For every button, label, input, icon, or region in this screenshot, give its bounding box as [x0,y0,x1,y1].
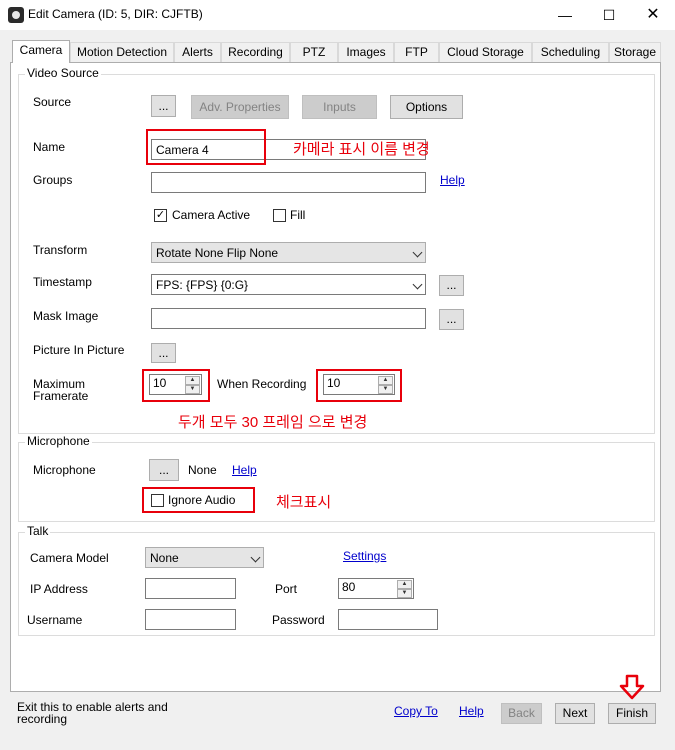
microphone-value: None [188,463,217,477]
tab-motion-detection[interactable]: Motion Detection [70,42,174,62]
talk-settings-link[interactable]: Settings [343,549,386,563]
camera-model-select[interactable]: None [145,547,264,568]
max-framerate-label-line2: Framerate [33,389,89,403]
name-highlight-box [146,129,266,165]
spinner-buttons[interactable]: ▲ ▼ [397,580,412,598]
chevron-down-icon [412,247,423,258]
username-input[interactable] [145,609,236,630]
spin-up-icon[interactable]: ▲ [397,580,412,589]
ip-address-input[interactable] [145,578,236,599]
name-annotation: 카메라 표시 이름 변경 [293,141,430,158]
pip-browse-button[interactable]: ... [151,343,176,363]
video-source-legend: Video Source [25,66,101,80]
timestamp-combo[interactable]: FPS: {FPS} {0:G} [151,274,426,295]
microphone-browse-button[interactable]: ... [149,459,179,481]
fill-checkbox[interactable] [273,209,286,222]
ignore-audio-highlight-box [142,487,255,513]
microphone-group [18,442,655,522]
camera-active-checkbox[interactable]: ✓ [154,209,167,222]
groups-input[interactable] [151,172,426,193]
microphone-label: Microphone [33,463,96,477]
arrow-down-icon [619,674,645,700]
back-button[interactable]: Back [501,703,542,724]
spin-down-icon[interactable]: ▼ [397,589,412,598]
timestamp-browse-button[interactable]: ... [439,275,464,296]
chevron-down-icon [412,279,423,290]
adv-properties-button[interactable]: Adv. Properties [191,95,289,119]
password-input[interactable] [338,609,438,630]
ip-address-label: IP Address [30,582,88,596]
source-browse-button[interactable]: ... [151,95,176,117]
finish-button[interactable]: Finish [608,703,656,724]
camera-model-value: None [150,551,179,565]
port-spinner[interactable]: 80 ▲ ▼ [338,578,414,599]
fill-label: Fill [290,208,306,222]
tab-cloud-storage[interactable]: Cloud Storage [439,42,532,62]
footer-help-link[interactable]: Help [459,704,484,718]
when-recording-highlight-box [316,369,402,402]
maximize-icon[interactable]: ☐ [587,0,631,30]
camera-active-label: Camera Active [172,208,251,222]
transform-select[interactable]: Rotate None Flip None [151,242,426,263]
copy-to-link[interactable]: Copy To [394,704,438,718]
tab-recording[interactable]: Recording [221,42,290,62]
username-label: Username [27,613,83,627]
chevron-down-icon [250,552,261,563]
microphone-legend: Microphone [25,434,92,448]
tab-ptz[interactable]: PTZ [290,42,338,62]
footer-hint: Exit this to enable alerts and recording [17,700,168,726]
timestamp-value: FPS: {FPS} {0:G} [156,278,249,292]
framerate-annotation: 두개 모두 30 프레임 으로 변경 [178,414,368,431]
groups-help-link[interactable]: Help [440,173,465,187]
ignore-audio-annotation: 체크표시 [276,494,332,511]
name-label: Name [33,140,66,154]
port-label: Port [275,582,298,596]
transform-label: Transform [33,243,88,257]
minimize-icon[interactable]: — [543,0,587,30]
app-camera-icon [8,7,24,23]
timestamp-label: Timestamp [33,275,92,289]
transform-value: Rotate None Flip None [156,246,279,260]
close-icon[interactable]: ✕ [631,0,675,30]
microphone-help-link[interactable]: Help [232,463,257,477]
mask-image-input[interactable] [151,308,426,329]
tab-camera[interactable]: Camera [12,40,70,63]
inputs-button[interactable]: Inputs [302,95,377,119]
max-framerate-highlight-box [142,369,210,402]
options-button[interactable]: Options [390,95,463,119]
when-recording-label: When Recording [217,377,307,391]
tab-scheduling[interactable]: Scheduling [532,42,609,62]
port-value: 80 [342,580,356,594]
mask-image-label: Mask Image [33,309,99,323]
talk-group [18,532,655,636]
tab-images[interactable]: Images [338,42,394,62]
next-button[interactable]: Next [555,703,595,724]
tab-alerts[interactable]: Alerts [174,42,221,62]
tab-ftp[interactable]: FTP [394,42,439,62]
camera-model-label: Camera Model [30,551,109,565]
window-title: Edit Camera (ID: 5, DIR: CJFTB) [28,7,203,21]
groups-label: Groups [33,173,73,187]
source-label: Source [33,95,72,109]
mask-image-browse-button[interactable]: ... [439,309,464,330]
pip-label: Picture In Picture [33,343,125,357]
talk-legend: Talk [25,524,51,538]
tab-storage[interactable]: Storage [609,42,661,62]
password-label: Password [272,613,325,627]
